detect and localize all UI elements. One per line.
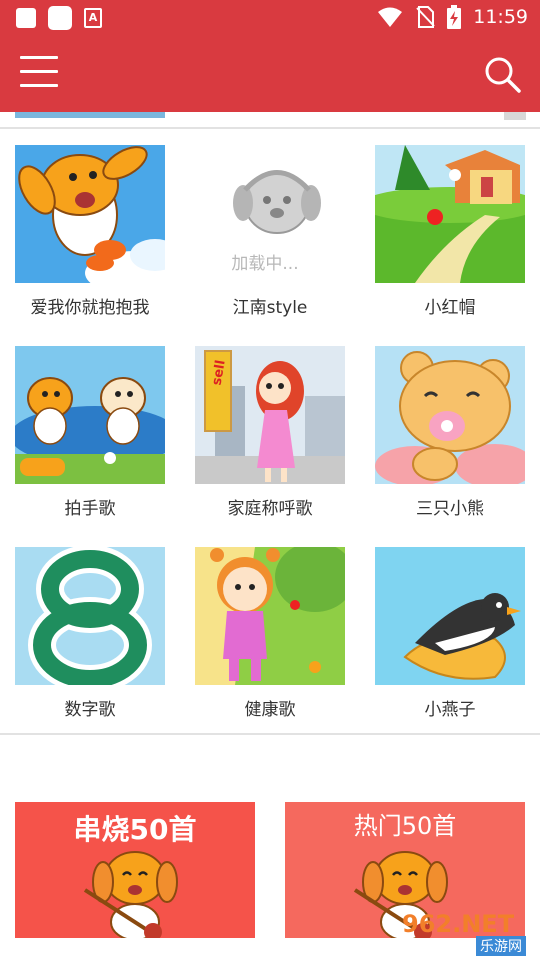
no-sim-icon [416,6,435,28]
previous-row-peek-right [504,112,526,120]
song-tile[interactable]: 小红帽 [375,145,525,318]
song-tile[interactable]: 数字歌 [15,547,165,720]
divider [0,127,540,129]
song-thumbnail-girl-city: sell [195,346,345,484]
puppy-guitar-illustration [83,851,178,938]
search-icon[interactable] [482,54,522,94]
banner-title: 热门50首 [353,812,457,840]
song-tile[interactable]: 拍手歌 [15,346,165,519]
notification-app-icon [48,6,72,30]
song-title: 小红帽 [424,298,476,318]
song-tile[interactable]: 小燕子 [375,547,525,720]
song-thumbnail-swallow [375,547,525,685]
song-title: 三只小熊 [416,499,484,519]
wifi-icon [378,7,403,27]
song-title: 家庭称呼歌 [227,499,313,519]
song-title: 拍手歌 [64,499,116,519]
watermark-subtext: 乐游网 [476,936,526,956]
song-thumbnail-bear [375,346,525,484]
battery-charging-icon [447,5,462,29]
song-tile[interactable]: sell 家庭称呼歌 [195,346,345,519]
notification-a-icon: A [84,8,102,28]
song-thumbnail-puppy [15,145,165,283]
song-thumbnail-puppies [15,346,165,484]
previous-row-peek [15,112,165,118]
loading-placeholder: 加载中... [195,145,345,283]
song-tile[interactable]: 加载中... 江南style [195,145,345,318]
song-title: 健康歌 [244,700,296,720]
song-title: 小燕子 [424,700,476,720]
status-bar: A 11:59 [0,0,540,36]
menu-icon[interactable] [20,56,58,90]
song-title: 江南style [232,298,308,318]
watermark-text: 962.NET [402,910,515,938]
song-tile[interactable]: 爱我你就抱抱我 [15,145,165,318]
status-time: 11:59 [473,6,528,28]
song-tile[interactable]: 三只小熊 [375,346,525,519]
app-bar [0,36,540,112]
song-title: 数字歌 [64,700,116,720]
song-thumbnail-cottage [375,145,525,283]
song-tile[interactable]: 健康歌 [195,547,345,720]
song-title: 爱我你就抱抱我 [30,298,150,318]
banner-medley[interactable]: 串烧50首 [15,802,255,938]
watermark-logo: 962.NET 乐游网 [402,910,530,956]
divider [0,733,540,735]
song-thumbnail-eight [15,547,165,685]
loading-text: 加载中... [231,254,299,274]
song-thumbnail-girl-garden [195,547,345,685]
notification-square-icon [16,8,36,28]
